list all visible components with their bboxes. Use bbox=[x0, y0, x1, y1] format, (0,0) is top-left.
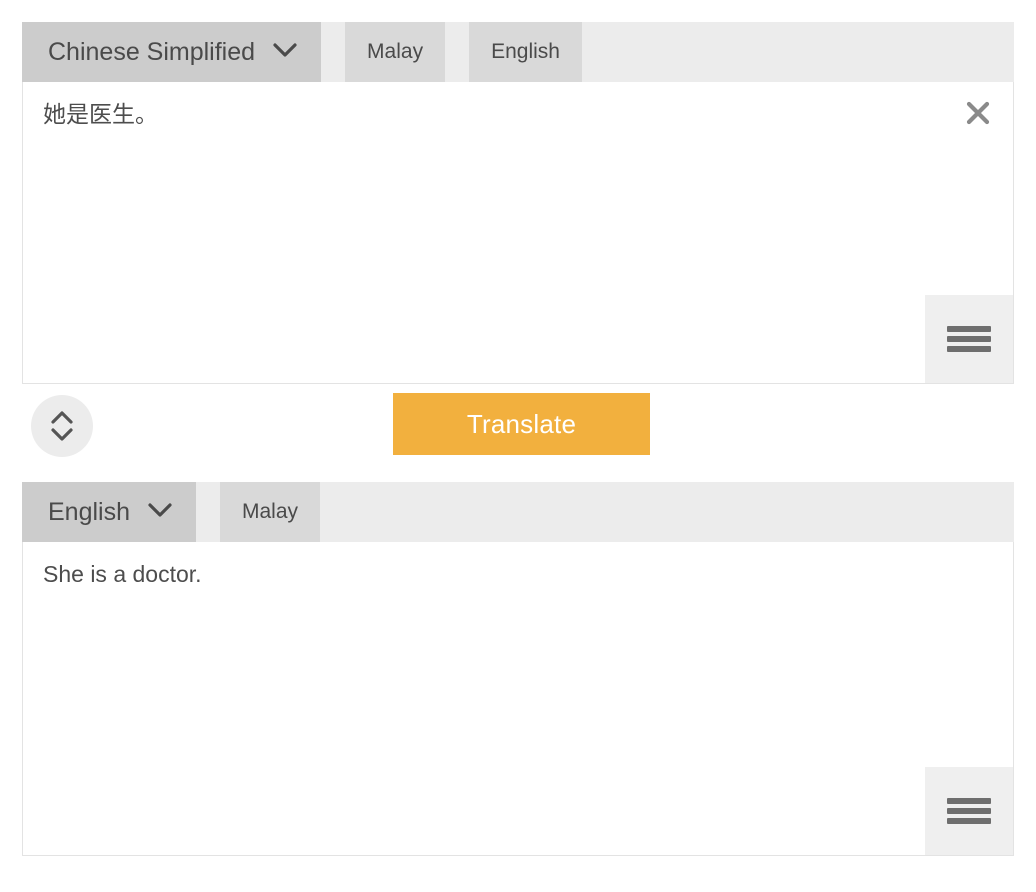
source-tab-label: English bbox=[491, 40, 560, 64]
chevron-down-icon bbox=[148, 502, 172, 518]
tab-spacer bbox=[321, 22, 345, 82]
tab-spacer bbox=[445, 22, 469, 82]
target-resize-handle[interactable] bbox=[925, 767, 1013, 855]
target-tab-malay[interactable]: Malay bbox=[220, 482, 320, 542]
close-x-icon bbox=[963, 98, 993, 128]
target-tab-english[interactable]: English bbox=[22, 482, 196, 542]
source-tab-label: Chinese Simplified bbox=[48, 38, 255, 67]
source-tab-chinese-simplified[interactable]: Chinese Simplified bbox=[22, 22, 321, 82]
source-resize-handle[interactable] bbox=[925, 295, 1013, 383]
hamburger-icon bbox=[947, 798, 991, 824]
translator-app: Chinese Simplified Malay English 她是医生。 bbox=[22, 22, 1014, 856]
source-tab-label: Malay bbox=[367, 40, 423, 64]
hamburger-icon bbox=[947, 326, 991, 352]
tabbar-filler bbox=[582, 22, 1014, 82]
tab-spacer bbox=[196, 482, 220, 542]
target-textarea[interactable]: She is a doctor. bbox=[43, 558, 943, 591]
swap-languages-button[interactable] bbox=[31, 395, 93, 457]
clear-source-text-button[interactable] bbox=[961, 96, 995, 130]
translate-button[interactable]: Translate bbox=[393, 393, 650, 455]
target-tab-label: Malay bbox=[242, 500, 298, 524]
target-tab-label: English bbox=[48, 498, 130, 527]
chevron-down-icon bbox=[273, 42, 297, 58]
target-language-tabbar: English Malay bbox=[22, 482, 1014, 542]
source-language-tabbar: Chinese Simplified Malay English bbox=[22, 22, 1014, 82]
source-text-panel[interactable]: 她是医生。 bbox=[22, 82, 1014, 384]
target-text-panel[interactable]: She is a doctor. bbox=[22, 542, 1014, 856]
translation-controls: Translate bbox=[22, 384, 1014, 482]
source-tab-english[interactable]: English bbox=[469, 22, 582, 82]
source-tab-malay[interactable]: Malay bbox=[345, 22, 445, 82]
tabbar-filler bbox=[320, 482, 1014, 542]
source-textarea[interactable]: 她是医生。 bbox=[43, 98, 943, 131]
swap-up-down-chevrons-icon bbox=[48, 408, 76, 444]
